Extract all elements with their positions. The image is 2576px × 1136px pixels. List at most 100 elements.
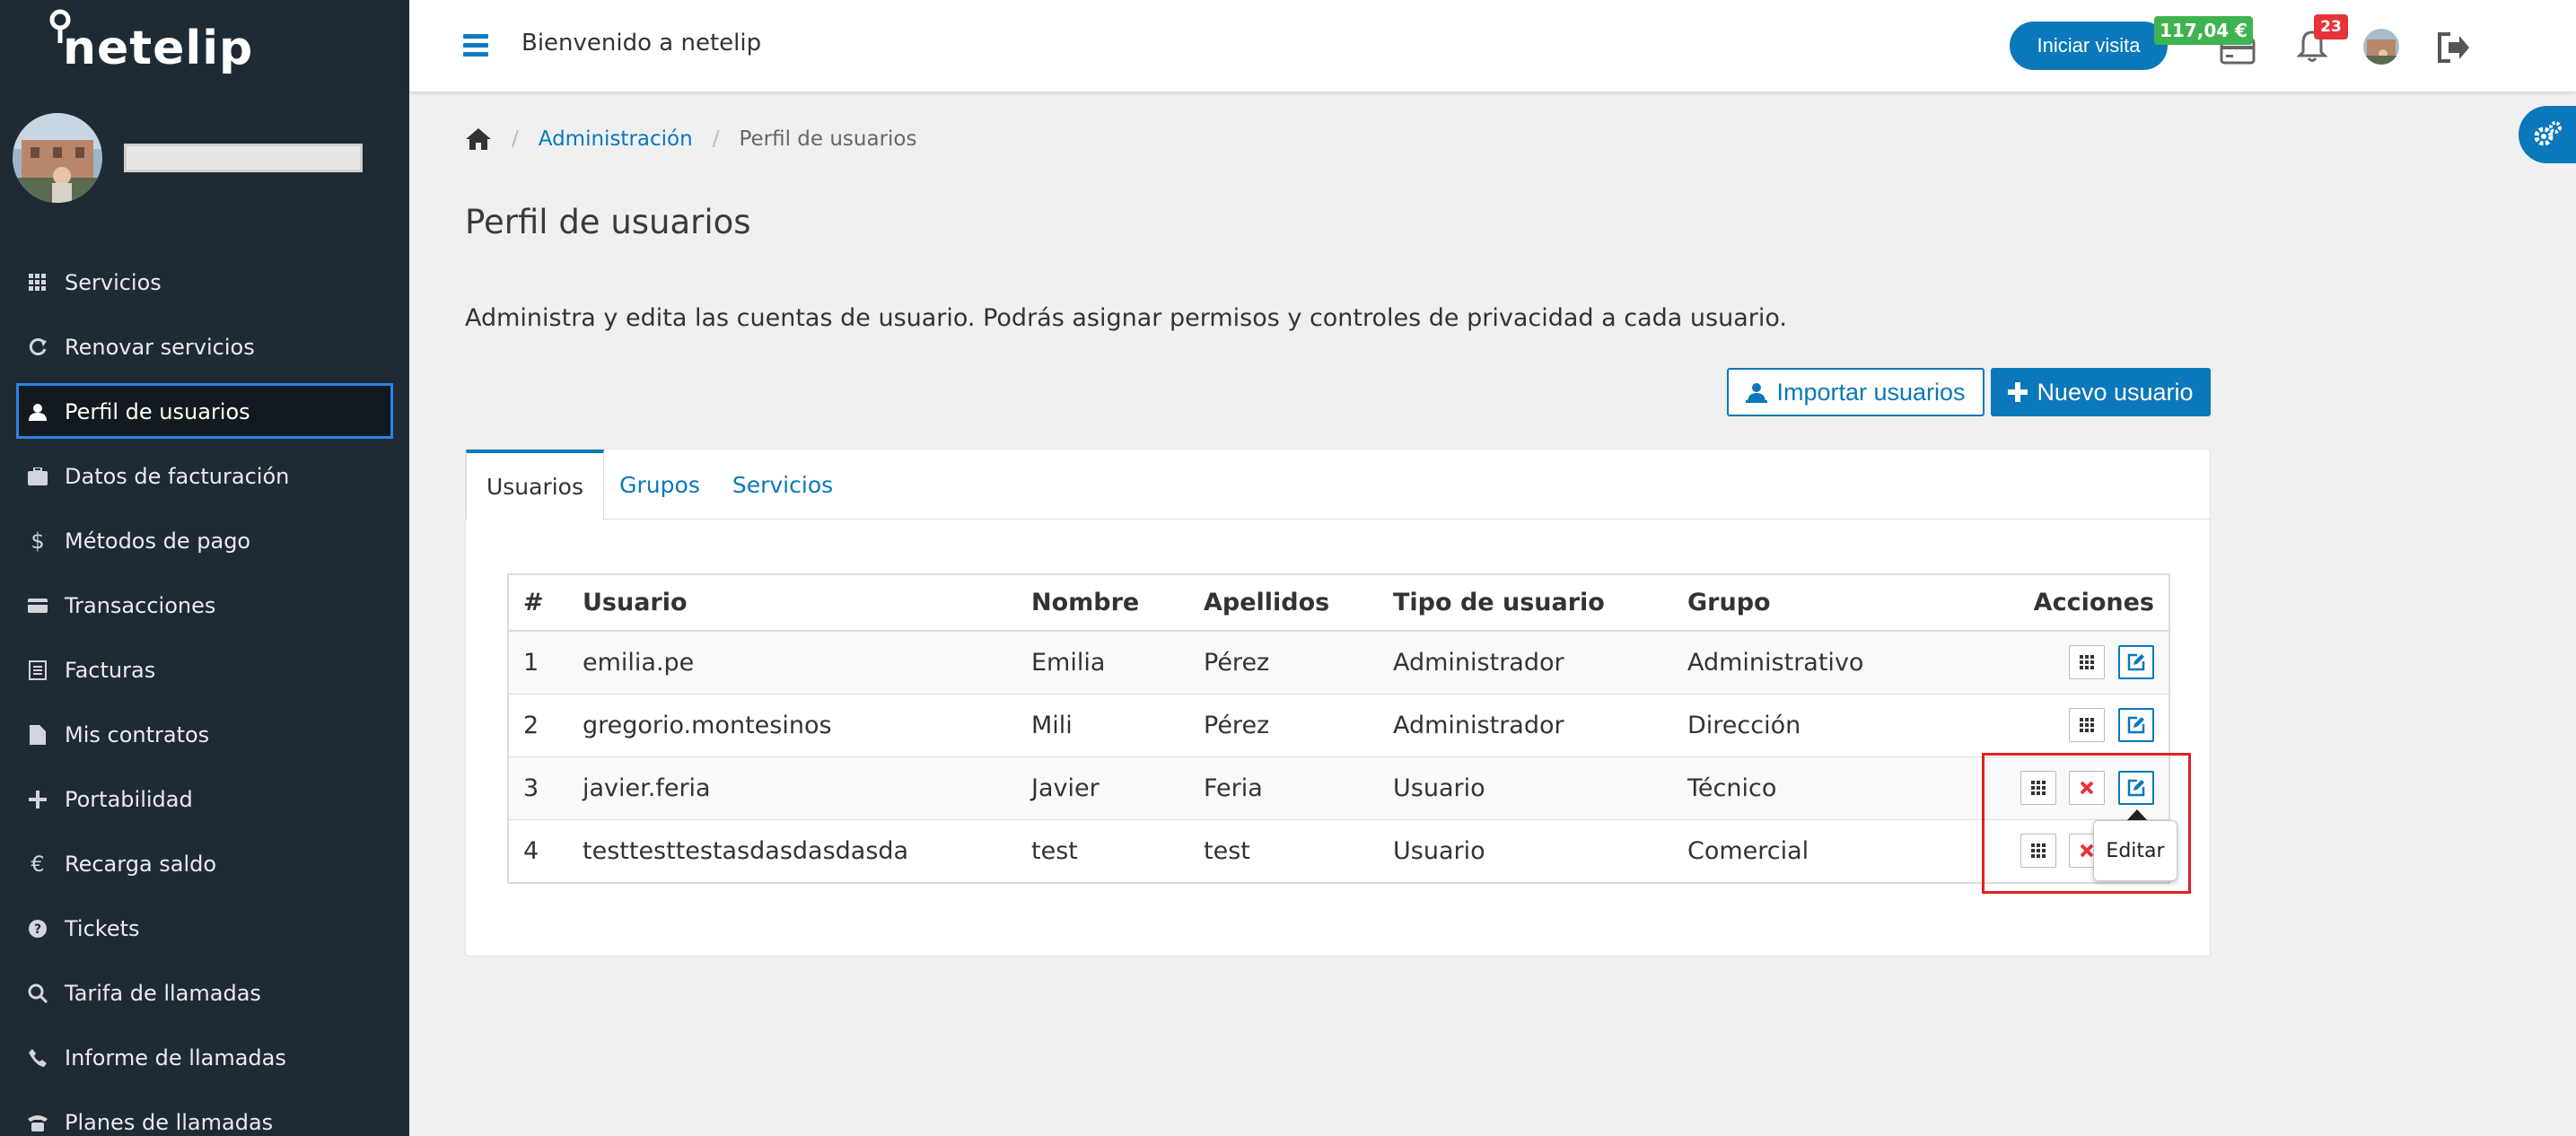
dollar-icon: $ [31, 529, 45, 554]
cell-actions [1942, 693, 2169, 756]
sidebar-item-label: Facturas [65, 658, 156, 683]
import-icon [1746, 381, 1768, 403]
breadcrumb-separator: / [512, 127, 519, 151]
list-icon [27, 660, 48, 681]
edit-user-button[interactable] [2118, 645, 2154, 680]
cell-username: emilia.pe [568, 630, 1017, 694]
user-profile[interactable] [13, 113, 390, 203]
breadcrumb-admin-link[interactable]: Administración [539, 127, 693, 151]
sidebar-item-label: Portabilidad [65, 787, 193, 812]
settings-gear-icon[interactable] [2519, 106, 2576, 163]
tab-grupos[interactable]: Grupos [604, 450, 715, 520]
import-users-label: Importar usuarios [1776, 378, 1966, 406]
phone-icon [27, 1047, 48, 1069]
tab-usuarios[interactable]: Usuarios [466, 450, 604, 520]
refresh-icon [27, 336, 48, 358]
sidebar-item-renovar[interactable]: Renovar servicios [0, 315, 409, 380]
cell-username: javier.feria [568, 756, 1017, 819]
sidebar-item-metodos-pago[interactable]: $ Métodos de pago [0, 509, 409, 573]
table-header-row: # Usuario Nombre Apellidos Tipo de usuar… [509, 575, 2169, 632]
users-table: # Usuario Nombre Apellidos Tipo de usuar… [507, 573, 2170, 884]
cell-username: testtesttestasdasdasdasda [568, 818, 1017, 882]
sidebar-item-transacciones[interactable]: Transacciones [0, 573, 409, 638]
breadcrumb-current: Perfil de usuarios [739, 127, 917, 151]
breadcrumb: / Administración / Perfil de usuarios [465, 127, 916, 151]
cell-first-name: test [1017, 818, 1189, 882]
home-icon[interactable] [465, 127, 492, 151]
sidebar-item-informe[interactable]: Informe de llamadas [0, 1026, 409, 1090]
hamburger-menu-icon[interactable] [463, 34, 488, 57]
start-visit-button[interactable]: Iniciar visita [2010, 22, 2168, 70]
logo-text: netelip [63, 22, 254, 75]
breadcrumb-separator: / [712, 127, 720, 151]
sidebar-item-label: Transacciones [65, 593, 216, 618]
credit-card-icon [27, 595, 48, 616]
table-row: 3 javier.feria Javier Feria Usuario Técn… [509, 756, 2169, 819]
cell-last-name: Feria [1189, 756, 1379, 819]
page-title: Perfil de usuarios [465, 203, 751, 241]
sidebar-item-tarifa[interactable]: Tarifa de llamadas [0, 961, 409, 1026]
cell-group: Comercial [1673, 818, 1942, 882]
avatar[interactable] [2363, 29, 2399, 65]
username-field [124, 144, 363, 172]
plus-icon [2008, 382, 2028, 402]
plus-icon [27, 789, 48, 810]
column-header: # [509, 575, 568, 632]
services-grid-button[interactable] [2069, 645, 2106, 680]
cell-user-type: Usuario [1379, 818, 1673, 882]
sidebar-item-label: Métodos de pago [65, 529, 251, 554]
cell-group: Administrativo [1673, 630, 1942, 694]
services-grid-button[interactable] [2069, 708, 2106, 742]
cell-group: Dirección [1673, 693, 1942, 756]
sidebar-item-tickets[interactable]: ? Tickets [0, 896, 409, 961]
cell-index: 4 [509, 818, 568, 882]
logout-icon[interactable] [2436, 32, 2470, 63]
edit-icon [2127, 716, 2145, 734]
column-header: Acciones [1942, 575, 2169, 632]
sidebar-item-recarga[interactable]: € Recarga saldo [0, 832, 409, 896]
balance-badge[interactable]: 117,04 € [2154, 16, 2253, 45]
sidebar-item-portabilidad[interactable]: Portabilidad [0, 767, 409, 832]
column-header: Tipo de usuario [1379, 575, 1673, 632]
page-intro: Administra y edita las cuentas de usuari… [465, 304, 1787, 332]
sidebar-item-label: Perfil de usuarios [65, 399, 250, 424]
cell-user-type: Administrador [1379, 693, 1673, 756]
euro-icon: € [31, 852, 45, 877]
sidebar-item-contratos[interactable]: Mis contratos [0, 703, 409, 767]
cell-index: 3 [509, 756, 568, 819]
column-header: Nombre [1017, 575, 1189, 632]
grid-icon [27, 272, 48, 293]
cell-user-type: Usuario [1379, 756, 1673, 819]
new-user-label: Nuevo usuario [2037, 378, 2194, 406]
sidebar-item-servicios[interactable]: Servicios [0, 250, 409, 315]
sidebar-item-facturacion[interactable]: Datos de facturación [0, 444, 409, 509]
cell-group: Técnico [1673, 756, 1942, 819]
sidebar-item-perfil-usuarios[interactable]: Perfil de usuarios [0, 380, 409, 444]
tab-servicios[interactable]: Servicios [715, 450, 850, 520]
avatar[interactable] [13, 113, 102, 203]
tabs: Usuarios Grupos Servicios [466, 450, 2210, 520]
logo-pin-icon [49, 9, 71, 43]
import-users-button[interactable]: Importar usuarios [1727, 368, 1985, 416]
grid-icon [2080, 655, 2095, 670]
file-icon [27, 724, 48, 746]
cell-first-name: Mili [1017, 693, 1189, 756]
sidebar-item-facturas[interactable]: Facturas [0, 638, 409, 703]
sidebar-item-label: Recarga saldo [65, 852, 217, 877]
edit-user-button[interactable] [2118, 708, 2154, 742]
svg-text:?: ? [34, 922, 41, 937]
table-row: 2 gregorio.montesinos Mili Pérez Adminis… [509, 693, 2169, 756]
welcome-text: Bienvenido a netelip [521, 30, 762, 57]
netelip-logo[interactable]: netelip [47, 9, 253, 81]
column-header: Usuario [568, 575, 1017, 632]
grid-icon [2080, 718, 2095, 732]
cell-actions [1942, 630, 2169, 694]
cell-user-type: Administrador [1379, 630, 1673, 694]
sidebar-menu: Servicios Renovar servicios Perfil de us… [0, 250, 409, 1136]
new-user-button[interactable]: Nuevo usuario [1991, 368, 2211, 416]
search-icon [27, 983, 48, 1004]
sidebar-item-planes[interactable]: Planes de llamadas [0, 1090, 409, 1136]
edit-tooltip: Editar [2093, 820, 2177, 881]
desk-phone-icon [27, 1112, 48, 1133]
sidebar-item-label: Renovar servicios [65, 335, 255, 360]
